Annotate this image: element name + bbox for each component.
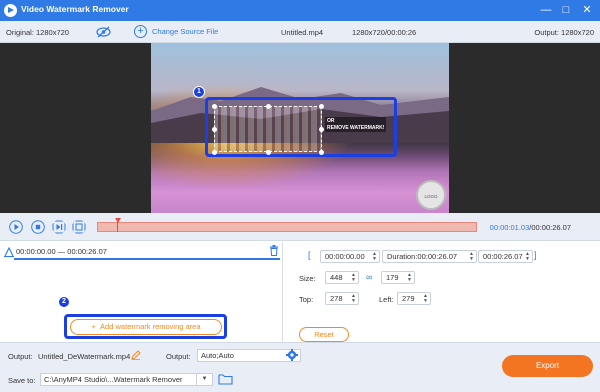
- top-field[interactable]: 278 ▲ ▼: [325, 292, 359, 305]
- top-value: 278: [330, 294, 343, 303]
- width-value: 448: [330, 273, 343, 282]
- playhead-marker-icon[interactable]: [115, 218, 121, 223]
- next-frame-icon[interactable]: [52, 220, 66, 234]
- duration-field[interactable]: Duration:00:00:26.07 ▲ ▼: [382, 250, 477, 263]
- resize-handle[interactable]: [319, 104, 324, 109]
- output-resolution: Output: 1280x720: [534, 28, 594, 37]
- total-time: /00:00:26.07: [529, 223, 571, 232]
- gear-icon[interactable]: [286, 349, 298, 361]
- height-value: 179: [386, 273, 399, 282]
- time-readout: 00:00:01.03/00:00:26.07: [490, 223, 571, 232]
- dropdown-arrow-icon[interactable]: ▼: [196, 374, 212, 385]
- change-source-button[interactable]: + Change Source File: [134, 25, 218, 38]
- spinner-icon[interactable]: ▲ ▼: [351, 273, 356, 283]
- export-button[interactable]: Export: [502, 355, 593, 377]
- left-label: Left:: [379, 295, 394, 304]
- resize-handle[interactable]: [266, 150, 271, 155]
- edit-pencil-icon[interactable]: [131, 350, 141, 360]
- add-watermark-area-button[interactable]: + Add watermark removing area: [70, 319, 222, 335]
- spinner-icon[interactable]: ▲ ▼: [423, 294, 428, 304]
- watermark-text: OR REMOVE WATERMARK!: [325, 117, 387, 132]
- duration-value: Duration:00:00:26.07: [387, 252, 458, 261]
- reset-button[interactable]: Reset: [299, 327, 349, 342]
- clip-range-icon: [4, 247, 14, 257]
- preview-area: 1 OR REMOVE WATERMARK! LOGO: [0, 43, 600, 213]
- source-fileinfo: 1280x720/00:00:26: [352, 28, 417, 37]
- resize-handle[interactable]: [212, 127, 217, 132]
- resize-handle[interactable]: [212, 104, 217, 109]
- start-bracket-icon: [: [308, 250, 311, 260]
- eye-hidden-icon[interactable]: [96, 26, 111, 38]
- original-resolution: Original: 1280x720: [6, 28, 69, 37]
- timeline-track[interactable]: [97, 222, 477, 232]
- resize-handle[interactable]: [319, 150, 324, 155]
- source-filename: Untitled.mp4: [281, 28, 324, 37]
- start-time-value: 00:00:00.00: [325, 252, 365, 261]
- end-time-field[interactable]: 00:00:26.07 ▲ ▼: [478, 250, 533, 263]
- change-source-label: Change Source File: [152, 27, 219, 36]
- maximize-icon[interactable]: □: [558, 2, 574, 18]
- spinner-icon[interactable]: ▲ ▼: [372, 252, 377, 262]
- width-field[interactable]: 448 ▲ ▼: [325, 271, 359, 284]
- app-logo-icon: [4, 4, 17, 17]
- resize-handle[interactable]: [212, 150, 217, 155]
- play-icon[interactable]: [9, 220, 23, 234]
- height-field[interactable]: 179 ▲ ▼: [381, 271, 415, 284]
- save-path-field[interactable]: C:\AnyMP4 Studio\...Watermark Remover ▼: [40, 373, 213, 386]
- playback-bar: 00:00:01.03/00:00:26.07: [0, 213, 600, 241]
- left-field[interactable]: 279 ▲ ▼: [397, 292, 431, 305]
- minimize-icon[interactable]: —: [538, 2, 554, 18]
- spinner-icon[interactable]: ▲ ▼: [407, 273, 412, 283]
- plus-circle-icon: +: [134, 25, 147, 38]
- window-title: Video Watermark Remover: [21, 4, 129, 14]
- resize-handle[interactable]: [266, 104, 271, 109]
- save-to-label: Save to:: [8, 376, 36, 385]
- step1-badge: 1: [193, 86, 205, 98]
- end-bracket-icon: ]: [534, 250, 537, 260]
- info-bar: Original: 1280x720 + Change Source File …: [0, 21, 600, 43]
- clip-frame-icon[interactable]: [72, 220, 86, 234]
- save-path-value: C:\AnyMP4 Studio\...Watermark Remover: [44, 375, 183, 384]
- folder-icon[interactable]: [218, 373, 233, 385]
- start-time-field[interactable]: 00:00:00.00 ▲ ▼: [320, 250, 380, 263]
- stop-icon[interactable]: [31, 220, 45, 234]
- link-ratio-icon[interactable]: ∞: [366, 272, 372, 282]
- close-icon[interactable]: ✕: [579, 2, 595, 18]
- output-format-label: Output:: [166, 352, 191, 361]
- spinner-icon[interactable]: ▲ ▼: [351, 294, 356, 304]
- corner-logo: LOGO: [416, 180, 446, 210]
- playhead-line: [117, 222, 118, 232]
- current-time: 00:00:01.03: [489, 223, 530, 232]
- trash-icon[interactable]: [269, 245, 279, 256]
- output-label: Output:: [8, 352, 33, 361]
- area-range-bar: [14, 258, 280, 260]
- spinner-icon[interactable]: ▲ ▼: [525, 252, 530, 262]
- top-label: Top:: [299, 295, 314, 304]
- end-time-value: 00:00:26.07: [483, 252, 523, 261]
- watermark-line-2: REMOVE WATERMARK!: [327, 124, 385, 131]
- output-format-value: Auto;Auto: [201, 351, 234, 360]
- spinner-icon[interactable]: ▲ ▼: [469, 252, 474, 262]
- area-time-range: 00:00:00.00 — 00:00:26.07: [16, 247, 107, 256]
- add-area-label: Add watermark removing area: [100, 322, 201, 331]
- title-bar: Video Watermark Remover — □ ✕: [0, 0, 600, 21]
- size-label: Size:: [299, 274, 316, 283]
- output-filename: Untitled_DeWatermark.mp4: [38, 352, 131, 361]
- left-value: 279: [402, 294, 415, 303]
- watermark-selection-area[interactable]: [214, 106, 322, 152]
- step2-badge: 2: [58, 296, 70, 308]
- resize-handle[interactable]: [319, 127, 324, 132]
